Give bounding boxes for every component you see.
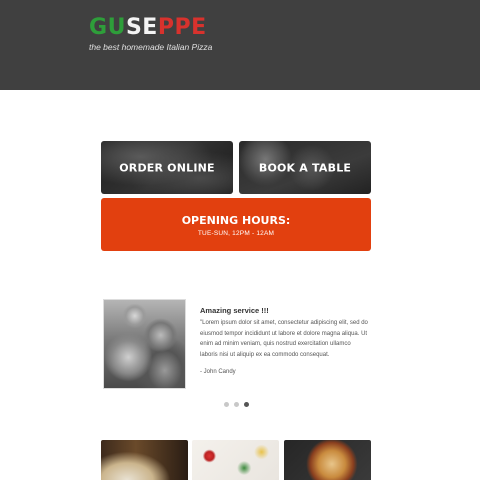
book-table-label: BOOK A TABLE (258, 161, 352, 174)
site-header: GUSEPPE the best homemade Italian Pizza (0, 0, 480, 90)
logo-letter: P (174, 15, 192, 40)
logo-letter: G (89, 15, 108, 40)
carousel-dot[interactable] (234, 402, 239, 407)
carousel-dot-active[interactable] (244, 402, 249, 407)
reviewer-photo (103, 299, 186, 389)
site-tagline: the best homemade Italian Pizza (89, 42, 213, 52)
opening-hours-banner: OPENING HOURS: TUE-SUN, 12PM - 12AM (101, 198, 371, 251)
gallery-ingredients-image[interactable] (192, 440, 279, 480)
logo-letter: S (125, 15, 143, 40)
logo-letter: U (107, 15, 126, 40)
logo-letter: E (142, 15, 158, 40)
opening-hours-times: TUE-SUN, 12PM - 12AM (197, 230, 275, 237)
carousel-dot[interactable] (224, 402, 229, 407)
opening-hours-title: OPENING HOURS: (181, 214, 291, 227)
logo-letter: P (157, 15, 175, 40)
order-online-button[interactable]: ORDER ONLINE (101, 141, 233, 194)
review-title: Amazing service !!! (200, 306, 269, 315)
order-online-label: ORDER ONLINE (119, 161, 215, 174)
carousel-pagination (224, 402, 249, 407)
site-logo[interactable]: GUSEPPE (89, 16, 207, 40)
gallery-restaurant-image[interactable] (101, 440, 188, 480)
book-table-button[interactable]: BOOK A TABLE (239, 141, 371, 194)
logo-letter: E (191, 15, 207, 40)
review-author: - John Candy (200, 369, 236, 375)
gallery-pizza-image[interactable] (284, 440, 371, 480)
review-text: "Lorem ipsum dolor sit amet, consectetur… (200, 320, 368, 358)
